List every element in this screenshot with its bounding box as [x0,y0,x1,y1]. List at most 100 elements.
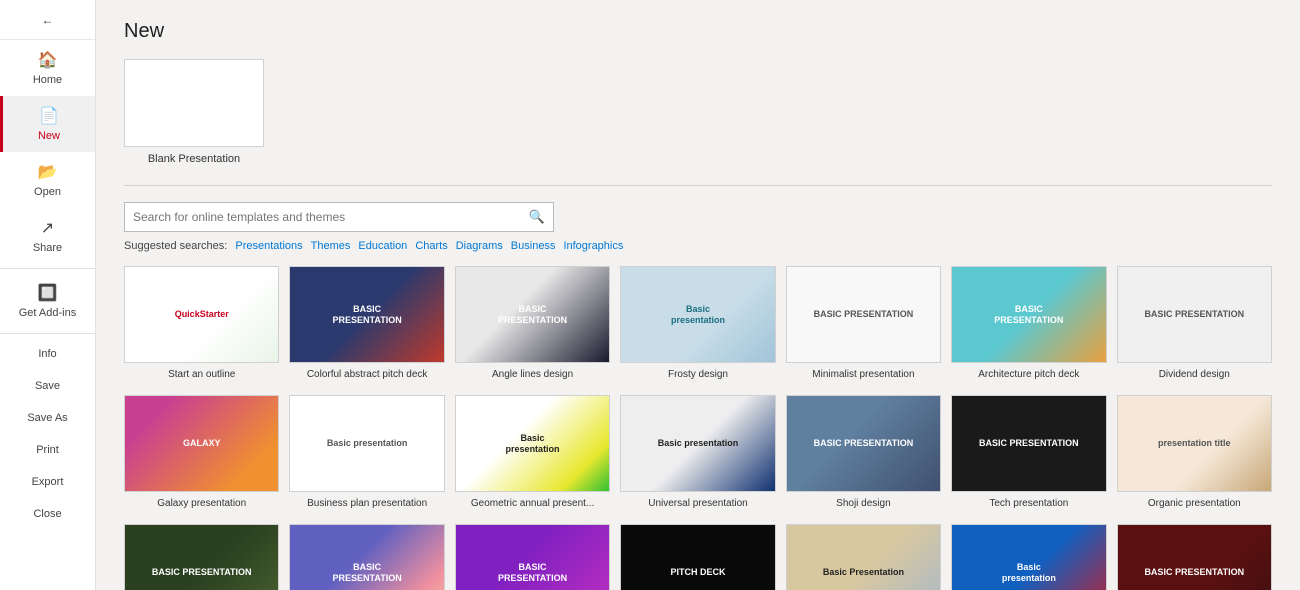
template-title-business-plan: Basic presentation [327,438,408,449]
template-tech[interactable]: BASIC PRESENTATION Tech presentation [951,395,1106,510]
suggested-tag-diagrams[interactable]: Diagrams [456,240,503,252]
template-geocolor[interactable]: BASICPRESENTATION Geometric color block [289,524,444,590]
template-colorful-abstract[interactable]: BASICPRESENTATION Colorful abstract pitc… [289,266,444,381]
template-geometric[interactable]: Basicpresentation Geometric annual prese… [455,395,610,510]
sidebar-divider-2 [0,333,95,334]
template-title-scientific: BASICPRESENTATION [498,562,567,584]
template-title-minimalist: BASIC PRESENTATION [814,309,914,320]
sidebar-label-addins: Get Add-ins [19,307,76,319]
sidebar-label-export: Export [32,476,64,488]
sidebar-item-share[interactable]: ↗ Share [0,208,95,264]
sidebar-label-home: Home [33,74,62,86]
back-button[interactable]: ← [0,0,95,40]
template-title-leaf: BASIC PRESENTATION [1144,567,1244,578]
template-title-colorful-abstract: BASICPRESENTATION [333,304,402,326]
template-architecture[interactable]: BASICPRESENTATION Architecture pitch dec… [951,266,1106,381]
suggested-tag-presentations[interactable]: Presentations [235,240,302,252]
page-title: New [124,20,1272,43]
sidebar-label-print: Print [36,444,59,456]
template-thumb-geometric: Basicpresentation [455,395,610,492]
template-verdant[interactable]: BASIC PRESENTATION Verdant pitch deck [124,524,279,590]
template-grid-row1: QuickStarter Start an outline BASICPRESE… [124,266,1272,381]
template-frosty[interactable]: Basicpresentation Frosty design [620,266,775,381]
search-icon: 🔍 [529,209,545,225]
template-leaf[interactable]: BASIC PRESENTATION Leaf design [1117,524,1272,590]
template-thumb-organic: presentation title [1117,395,1272,492]
template-label-colorful-abstract: Colorful abstract pitch deck [289,368,444,381]
sidebar-divider [0,268,95,269]
template-label-geometric: Geometric annual present... [455,497,610,510]
suggested-tag-business[interactable]: Business [511,240,556,252]
template-thumb-shoji: BASIC PRESENTATION [786,395,941,492]
suggested-tag-charts[interactable]: Charts [415,240,447,252]
template-thumb-tech: BASIC PRESENTATION [951,395,1106,492]
template-shoji[interactable]: BASIC PRESENTATION Shoji design [786,395,941,510]
template-thumb-architecture: BASICPRESENTATION [951,266,1106,363]
template-title-dividend: BASIC PRESENTATION [1144,309,1244,320]
sidebar-item-print[interactable]: Print [0,434,95,466]
template-title-architecture: BASICPRESENTATION [994,304,1063,326]
sidebar-item-addins[interactable]: 🔲 Get Add-ins [0,273,95,329]
search-input[interactable] [133,210,529,224]
template-thumb-quickstarter: QuickStarter [124,266,279,363]
section-separator [124,185,1272,186]
sidebar-item-home[interactable]: 🏠 Home [0,40,95,96]
template-thumb-dividend: BASIC PRESENTATION [1117,266,1272,363]
template-thumb-business-plan: Basic presentation [289,395,444,492]
template-title-universal: Basic presentation [658,438,739,449]
sidebar-label-saveas: Save As [27,412,67,424]
blank-presentation-thumb[interactable] [124,59,264,147]
suggested-tag-education[interactable]: Education [358,240,407,252]
sidebar-item-save[interactable]: Save [0,370,95,402]
template-bohemian[interactable]: Basic Presentation Bohemian design [786,524,941,590]
share-icon: ↗ [41,218,54,238]
sidebar-item-new[interactable]: 📄 New [0,96,95,152]
template-title-shoji: BASIC PRESENTATION [814,438,914,449]
template-scientific[interactable]: BASICPRESENTATION Scientific findings pr… [455,524,610,590]
home-icon: 🏠 [38,50,58,70]
addins-icon: 🔲 [38,283,58,303]
template-title-geometric: Basicpresentation [506,433,560,455]
sidebar-item-open[interactable]: 📂 Open [0,152,95,208]
template-title-verdant: BASIC PRESENTATION [152,567,252,578]
template-business-plan[interactable]: Basic presentation Business plan present… [289,395,444,510]
main-content: New Blank Presentation 🔍 Suggested searc… [96,0,1300,590]
open-icon: 📂 [38,162,58,182]
sidebar-item-close[interactable]: Close [0,498,95,530]
template-galaxy[interactable]: GALAXY Galaxy presentation [124,395,279,510]
template-grid-row2: GALAXY Galaxy presentation Basic present… [124,395,1272,510]
template-organic[interactable]: presentation title Organic presentation [1117,395,1272,510]
template-title-angle-lines: BASICPRESENTATION [498,304,567,326]
template-thumb-colorful-abstract: BASICPRESENTATION [289,266,444,363]
template-thumb-bohemian: Basic Presentation [786,524,941,590]
template-thumb-angle-lines: BASICPRESENTATION [455,266,610,363]
template-label-universal: Universal presentation [620,497,775,510]
template-title-training: Basicpresentation [1002,562,1056,584]
template-thumb-leaf: BASIC PRESENTATION [1117,524,1272,590]
template-minimalist[interactable]: BASIC PRESENTATION Minimalist presentati… [786,266,941,381]
suggested-searches: Suggested searches: Presentations Themes… [124,240,1272,252]
suggested-tag-themes[interactable]: Themes [311,240,351,252]
suggested-tag-infographics[interactable]: Infographics [563,240,623,252]
template-thumb-geocolor: BASICPRESENTATION [289,524,444,590]
template-label-minimalist: Minimalist presentation [786,368,941,381]
sidebar-item-save-as[interactable]: Save As [0,402,95,434]
template-thumb-minsales: PITCH DECK [620,524,775,590]
template-training[interactable]: Basicpresentation Training presentation [951,524,1106,590]
template-universal[interactable]: Basic presentation Universal presentatio… [620,395,775,510]
sidebar-item-export[interactable]: Export [0,466,95,498]
template-title-organic: presentation title [1158,438,1231,449]
template-quickstarter[interactable]: QuickStarter Start an outline [124,266,279,381]
template-dividend[interactable]: BASIC PRESENTATION Dividend design [1117,266,1272,381]
sidebar: ← 🏠 Home 📄 New 📂 Open ↗ Share 🔲 Get Add-… [0,0,96,590]
template-minsales[interactable]: PITCH DECK Minimalist sales pitch [620,524,775,590]
template-label-tech: Tech presentation [951,497,1106,510]
sidebar-item-info[interactable]: Info [0,338,95,370]
template-thumb-frosty: Basicpresentation [620,266,775,363]
template-angle-lines[interactable]: BASICPRESENTATION Angle lines design [455,266,610,381]
template-label-dividend: Dividend design [1117,368,1272,381]
template-grid-row3: BASIC PRESENTATION Verdant pitch deck BA… [124,524,1272,590]
search-bar[interactable]: 🔍 [124,202,554,232]
back-icon: ← [42,13,54,27]
template-title-tech: BASIC PRESENTATION [979,438,1079,449]
